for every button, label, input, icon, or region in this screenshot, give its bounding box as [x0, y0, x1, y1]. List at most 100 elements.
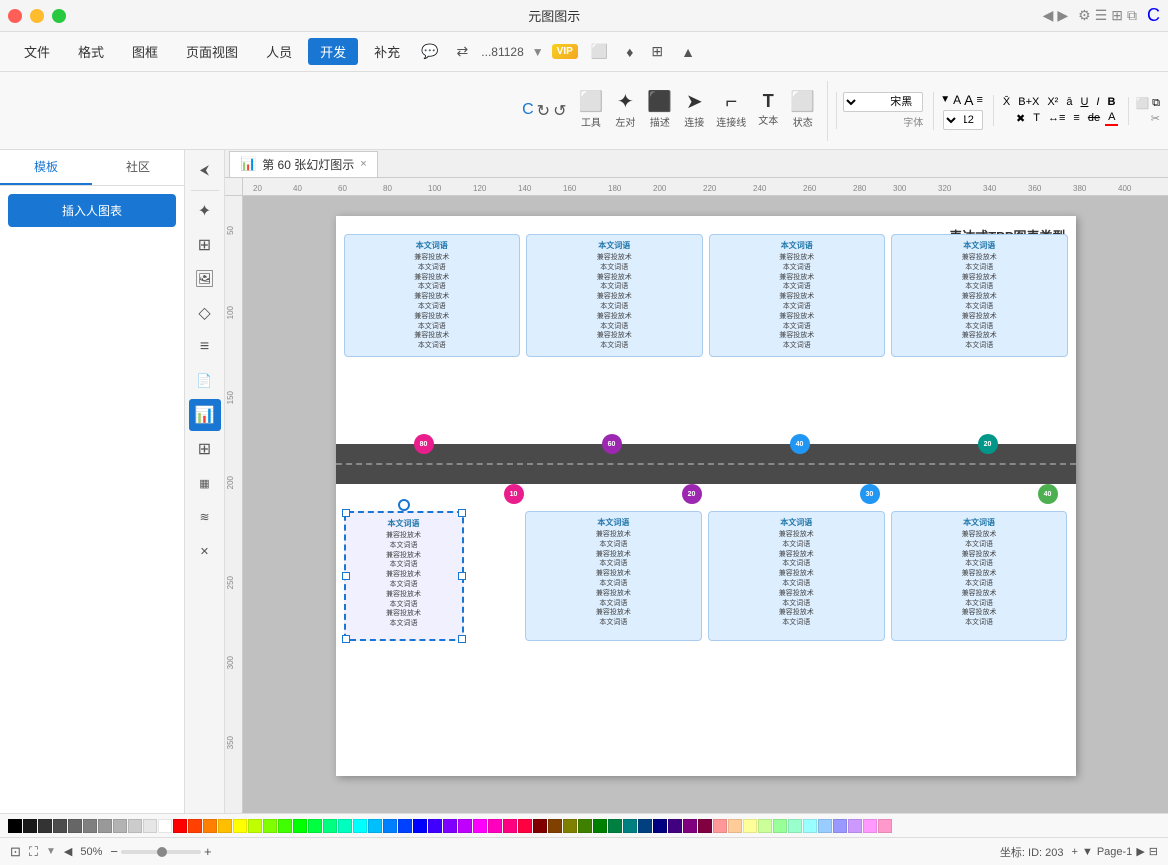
- lower-card-2[interactable]: 本文词语 兼容投放术本文词语兼容投放术本文词语兼容投放术本文词语兼容投放术本文词…: [525, 511, 702, 641]
- color-swatch[interactable]: [863, 819, 877, 833]
- tools-icon[interactable]: ⊞: [646, 40, 668, 63]
- layers-tool[interactable]: ≡: [189, 331, 221, 363]
- color-swatch[interactable]: [758, 819, 772, 833]
- zoom-plus-btn[interactable]: +: [204, 844, 212, 859]
- upper-card-4[interactable]: 本文词语 兼容投放术本文词语兼容投放术本文词语兼容投放术本文词语兼容投放术本文词…: [891, 234, 1068, 357]
- superscript-btn[interactable]: X²: [1044, 95, 1061, 109]
- insert-chart-btn[interactable]: 插入人图表: [8, 194, 176, 227]
- fullscreen-btn[interactable]: ⛶: [29, 844, 38, 860]
- color-swatch[interactable]: [458, 819, 472, 833]
- color-swatch[interactable]: [593, 819, 607, 833]
- color-swatch[interactable]: [518, 819, 532, 833]
- chart-tool[interactable]: 📊: [189, 399, 221, 431]
- title-nav-right[interactable]: ▶: [1057, 7, 1068, 24]
- text-tool-btn[interactable]: T 文本: [754, 90, 782, 131]
- maximize-button[interactable]: [52, 9, 66, 23]
- clear-format-btn[interactable]: ✖: [1013, 111, 1028, 126]
- color-swatch[interactable]: [743, 819, 757, 833]
- grid-tool[interactable]: ⊞: [189, 229, 221, 261]
- zoom-slider[interactable]: [121, 850, 201, 854]
- handle-tr[interactable]: [458, 509, 466, 517]
- color-swatch[interactable]: [713, 819, 727, 833]
- color-swatch[interactable]: [878, 819, 892, 833]
- color-swatch[interactable]: [803, 819, 817, 833]
- handle-bl[interactable]: [342, 635, 350, 643]
- color-swatch[interactable]: [428, 819, 442, 833]
- menu-page-view[interactable]: 页面视图: [174, 38, 250, 65]
- color-swatch[interactable]: [383, 819, 397, 833]
- color-swatch[interactable]: [8, 819, 22, 833]
- menu-person[interactable]: 人员: [254, 38, 304, 65]
- color-swatch[interactable]: [98, 819, 112, 833]
- back-icon[interactable]: ▲: [676, 41, 700, 63]
- color-swatch[interactable]: [443, 819, 457, 833]
- select-tool[interactable]: ✦: [189, 195, 221, 227]
- color-swatch[interactable]: [293, 819, 307, 833]
- color-swatch[interactable]: [788, 819, 802, 833]
- color-swatch[interactable]: [188, 819, 202, 833]
- cut-icon[interactable]: ✂: [1151, 112, 1160, 125]
- paste-btn[interactable]: ⬜: [1135, 97, 1149, 110]
- bold-btn[interactable]: B: [1104, 95, 1118, 109]
- select-tool-btn[interactable]: ⬜ 工具: [574, 90, 607, 131]
- page-prev-btn[interactable]: +: [1072, 846, 1078, 858]
- align-top-btn[interactable]: ≡: [976, 94, 982, 106]
- color-swatch[interactable]: [533, 819, 547, 833]
- color-swatch[interactable]: [263, 819, 277, 833]
- color-swatch[interactable]: [773, 819, 787, 833]
- page-tool[interactable]: 📄: [189, 365, 221, 397]
- connector-tool-btn[interactable]: ⌐ 连接线: [712, 90, 750, 131]
- color-swatch[interactable]: [638, 819, 652, 833]
- grid2-tool[interactable]: ▦: [189, 467, 221, 499]
- back-nav-btn[interactable]: ◀: [64, 845, 72, 858]
- settings-icon[interactable]: ⚙: [1078, 7, 1091, 24]
- color-swatch[interactable]: [323, 819, 337, 833]
- table-tool[interactable]: ⊞: [189, 433, 221, 465]
- color-swatch[interactable]: [833, 819, 847, 833]
- menu-file[interactable]: 文件: [12, 38, 62, 65]
- lower-card-4[interactable]: 本文词语 兼容投放术本文词语兼容投放术本文词语兼容投放术本文词语兼容投放术本文词…: [891, 511, 1068, 641]
- color-swatch[interactable]: [353, 819, 367, 833]
- color-swatch[interactable]: [683, 819, 697, 833]
- highlight-btn[interactable]: de: [1085, 111, 1103, 125]
- share-icon[interactable]: ⇄: [452, 40, 474, 63]
- color-swatch[interactable]: [728, 819, 742, 833]
- undo-btn[interactable]: ↺: [553, 101, 566, 121]
- message-icon[interactable]: 💬: [416, 40, 443, 63]
- text-btn[interactable]: T: [1030, 111, 1043, 125]
- italic-btn[interactable]: I: [1093, 95, 1102, 109]
- subscript-btn[interactable]: B+X: [1015, 95, 1042, 109]
- template-icon[interactable]: ⬜: [586, 40, 613, 63]
- chevron-down-icon[interactable]: ▼: [532, 45, 544, 59]
- color-swatch[interactable]: [563, 819, 577, 833]
- color-swatch[interactable]: [608, 819, 622, 833]
- shape-icon[interactable]: ♦: [621, 41, 638, 63]
- color-swatch[interactable]: [698, 819, 712, 833]
- describe-tool-btn[interactable]: ⬛ 描述: [643, 90, 676, 131]
- zoom-minus-btn[interactable]: −: [110, 844, 118, 859]
- color-swatch[interactable]: [653, 819, 667, 833]
- fit-page-btn[interactable]: ⊡: [10, 844, 21, 860]
- page-next-btn[interactable]: ▶: [1136, 845, 1144, 858]
- color-swatch[interactable]: [578, 819, 592, 833]
- menu-icon[interactable]: ☰: [1095, 7, 1108, 24]
- split-icon[interactable]: ⧉: [1127, 7, 1137, 24]
- status-chevron[interactable]: ▼: [46, 846, 56, 857]
- title-nav-left[interactable]: ◀: [1043, 7, 1054, 24]
- upper-card-3[interactable]: 本文词语 兼容投放术本文词语兼容投放术本文词语兼容投放术本文词语兼容投放术本文词…: [709, 234, 886, 357]
- image-tool[interactable]: 🖼: [189, 263, 221, 295]
- color-swatch[interactable]: [143, 819, 157, 833]
- page-chevron[interactable]: ▼: [1082, 846, 1093, 858]
- color-swatch[interactable]: [113, 819, 127, 833]
- color-swatch[interactable]: [338, 819, 352, 833]
- copy-format-btn[interactable]: ⧉: [1152, 97, 1160, 110]
- canvas-tab[interactable]: 📊 第 60 张幻灯图示 ×: [229, 151, 378, 177]
- font-name-select[interactable]: 宋黑宋体黑体楷体: [843, 92, 923, 112]
- upper-card-1[interactable]: 本文词语 兼容投放术本文词语兼容投放术本文词语兼容投放术本文词语兼容投放术本文词…: [344, 234, 521, 357]
- minimize-button[interactable]: [30, 9, 44, 23]
- font-color-btn[interactable]: A: [1105, 110, 1118, 126]
- font-size-up-btn[interactable]: A: [964, 92, 973, 108]
- lower-card-3[interactable]: 本文词语 兼容投放术本文词语兼容投放术本文词语兼容投放术本文词语兼容投放术本文词…: [708, 511, 885, 641]
- close-button[interactable]: [8, 9, 22, 23]
- color-swatch[interactable]: [23, 819, 37, 833]
